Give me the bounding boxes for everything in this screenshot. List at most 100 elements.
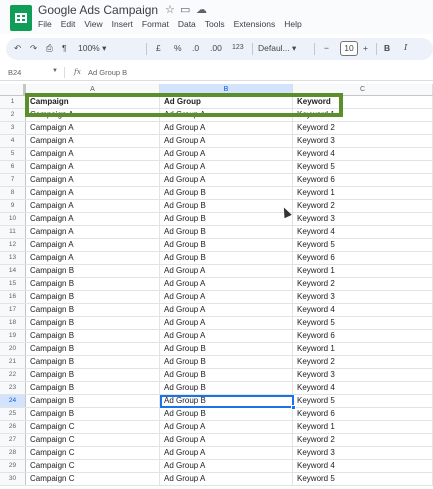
- cell-ad-group[interactable]: Ad Group B: [160, 382, 293, 394]
- cell-campaign[interactable]: Campaign A: [26, 252, 160, 264]
- cell-campaign[interactable]: Campaign B: [26, 330, 160, 342]
- decrease-decimal-button[interactable]: .0: [192, 43, 199, 53]
- cell-campaign[interactable]: Campaign C: [26, 421, 160, 433]
- cell-campaign[interactable]: Campaign A: [26, 122, 160, 134]
- cell-campaign[interactable]: Campaign A: [26, 239, 160, 251]
- cell-ad-group[interactable]: Ad Group A: [160, 434, 293, 446]
- cell-campaign[interactable]: Campaign C: [26, 447, 160, 459]
- increase-decimal-button[interactable]: .00: [210, 43, 222, 53]
- menu-file[interactable]: File: [38, 19, 52, 29]
- cell-campaign[interactable]: Campaign B: [26, 278, 160, 290]
- row-header[interactable]: 20: [0, 343, 26, 355]
- cell-campaign[interactable]: Campaign B: [26, 408, 160, 420]
- more-formats-button[interactable]: 123: [232, 44, 244, 51]
- cell-ad-group[interactable]: Ad Group A: [160, 447, 293, 459]
- row-header[interactable]: 5: [0, 148, 26, 160]
- row-header[interactable]: 22: [0, 369, 26, 381]
- cell-campaign[interactable]: Campaign B: [26, 304, 160, 316]
- cell-campaign[interactable]: Campaign A: [26, 187, 160, 199]
- cell-keyword[interactable]: Keyword 6: [293, 252, 433, 264]
- cell-ad-group[interactable]: Ad Group B: [160, 200, 293, 212]
- menu-tools[interactable]: Tools: [205, 19, 225, 29]
- paint-format-icon[interactable]: ¶: [62, 43, 67, 53]
- chevron-down-icon[interactable]: ▼: [52, 68, 58, 74]
- cell-ad-group[interactable]: Ad Group A: [160, 265, 293, 277]
- row-header[interactable]: 11: [0, 226, 26, 238]
- row-header[interactable]: 4: [0, 135, 26, 147]
- row-header[interactable]: 21: [0, 356, 26, 368]
- cell-keyword[interactable]: Keyword 3: [293, 369, 433, 381]
- font-select[interactable]: Defaul... ▾: [258, 43, 296, 54]
- font-size-input[interactable]: 10: [340, 41, 358, 56]
- cell-keyword[interactable]: Keyword 4: [293, 304, 433, 316]
- cell-ad-group[interactable]: Ad Group B: [160, 343, 293, 355]
- cell-ad-group[interactable]: Ad Group B: [160, 187, 293, 199]
- cell-campaign[interactable]: Campaign A: [26, 200, 160, 212]
- cell-campaign[interactable]: Campaign A: [26, 226, 160, 238]
- cell-ad-group[interactable]: Ad Group B: [160, 239, 293, 251]
- select-all-corner[interactable]: [0, 84, 26, 96]
- cell-ad-group[interactable]: Ad Group A: [160, 460, 293, 472]
- cell-campaign[interactable]: Campaign B: [26, 343, 160, 355]
- cell-keyword[interactable]: Keyword 4: [293, 226, 433, 238]
- cell-campaign[interactable]: Campaign B: [26, 317, 160, 329]
- menu-extensions[interactable]: Extensions: [234, 19, 276, 29]
- redo-icon[interactable]: ↷: [30, 43, 37, 54]
- cell-campaign[interactable]: Campaign A: [26, 135, 160, 147]
- row-header[interactable]: 19: [0, 330, 26, 342]
- row-header[interactable]: 1: [0, 96, 26, 108]
- row-header[interactable]: 13: [0, 252, 26, 264]
- cell-campaign[interactable]: Campaign B: [26, 265, 160, 277]
- cell-ad-group[interactable]: Ad Group A: [160, 161, 293, 173]
- menu-data[interactable]: Data: [178, 19, 196, 29]
- cell-campaign[interactable]: Campaign A: [26, 174, 160, 186]
- cell-ad-group[interactable]: Ad Group B: [160, 252, 293, 264]
- cell-keyword[interactable]: Keyword 5: [293, 161, 433, 173]
- percent-format-button[interactable]: %: [174, 43, 182, 53]
- bold-button[interactable]: B: [384, 43, 390, 53]
- fill-handle[interactable]: [291, 405, 296, 410]
- cell-ad-group[interactable]: Ad Group A: [160, 291, 293, 303]
- cell-ad-group[interactable]: Ad Group A: [160, 473, 293, 485]
- zoom-select[interactable]: 100% ▾: [78, 43, 106, 54]
- row-header[interactable]: 16: [0, 291, 26, 303]
- sheets-logo-icon[interactable]: [10, 5, 32, 31]
- row-header[interactable]: 15: [0, 278, 26, 290]
- cell-campaign[interactable]: Campaign B: [26, 369, 160, 381]
- italic-button[interactable]: I: [404, 43, 407, 53]
- increase-font-size-button[interactable]: +: [363, 43, 368, 53]
- cell-campaign[interactable]: Campaign A: [26, 161, 160, 173]
- cell-keyword[interactable]: Keyword 2: [293, 434, 433, 446]
- cell-keyword[interactable]: Keyword 3: [293, 213, 433, 225]
- cell-ad-group[interactable]: Ad Group B: [160, 226, 293, 238]
- row-header[interactable]: 27: [0, 434, 26, 446]
- cell-keyword[interactable]: Keyword 2: [293, 200, 433, 212]
- cell-ad-group[interactable]: Ad Group A: [160, 278, 293, 290]
- cell-keyword[interactable]: Keyword 3: [293, 291, 433, 303]
- cell-keyword[interactable]: Keyword 5: [293, 473, 433, 485]
- cell-keyword[interactable]: Keyword 2: [293, 356, 433, 368]
- cell-ad-group[interactable]: Ad Group A: [160, 122, 293, 134]
- row-header[interactable]: 25: [0, 408, 26, 420]
- cloud-status-icon[interactable]: ☁: [196, 3, 207, 16]
- cell-keyword[interactable]: Keyword 1: [293, 265, 433, 277]
- row-header[interactable]: 29: [0, 460, 26, 472]
- cell-keyword[interactable]: Keyword 3: [293, 135, 433, 147]
- row-header[interactable]: 8: [0, 187, 26, 199]
- cell-keyword[interactable]: Keyword 5: [293, 395, 433, 407]
- cell-keyword[interactable]: Keyword 4: [293, 148, 433, 160]
- row-header[interactable]: 9: [0, 200, 26, 212]
- row-header[interactable]: 17: [0, 304, 26, 316]
- row-header[interactable]: 24: [0, 395, 26, 407]
- row-header[interactable]: 10: [0, 213, 26, 225]
- cell-keyword[interactable]: Keyword 4: [293, 460, 433, 472]
- move-to-folder-icon[interactable]: ▭: [180, 3, 190, 16]
- cell-keyword[interactable]: Keyword 6: [293, 174, 433, 186]
- cell-keyword[interactable]: Keyword 3: [293, 447, 433, 459]
- undo-icon[interactable]: ↶: [14, 43, 21, 54]
- row-header[interactable]: 23: [0, 382, 26, 394]
- row-header[interactable]: 26: [0, 421, 26, 433]
- cell-campaign[interactable]: Campaign A: [26, 213, 160, 225]
- cell-keyword[interactable]: Keyword 2: [293, 122, 433, 134]
- row-header[interactable]: 14: [0, 265, 26, 277]
